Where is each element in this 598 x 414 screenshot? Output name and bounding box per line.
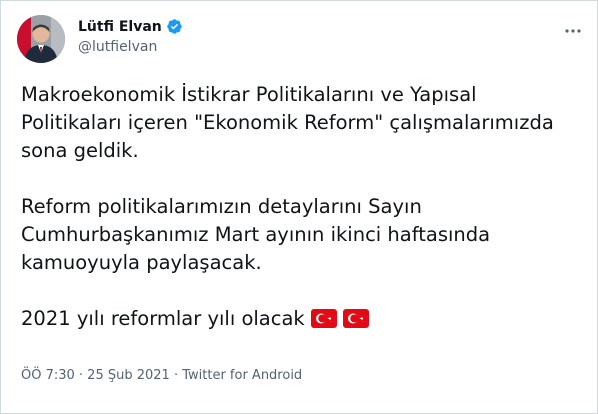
author-row: Lütfi Elvan — [78, 18, 183, 35]
tweet-card: Lütfi Elvan @lutfielvan Makroekonomik İs… — [0, 0, 598, 414]
tweet-line: Politikaları içeren "Ekonomik Reform" ça… — [21, 111, 554, 134]
tweet-paragraph: Makroekonomik İstikrar Politikalarını ve… — [21, 81, 581, 165]
verified-badge-icon — [166, 18, 183, 35]
tweet-line: Makroekonomik İstikrar Politikalarını ve… — [21, 83, 477, 106]
tweet-line: Cumhurbaşkanımız Mart ayının ikinci haft… — [21, 223, 491, 246]
turkey-flag-icon — [342, 309, 369, 328]
tweet-paragraph: Reform politikalarımızın detaylarını Say… — [21, 193, 581, 277]
more-icon[interactable] — [563, 21, 583, 41]
tweet-timestamp[interactable]: ÖÖ 7:30 · 25 Şub 2021 · Twitter for Andr… — [21, 368, 302, 383]
avatar-image — [17, 15, 65, 63]
avatar[interactable] — [17, 15, 65, 63]
tweet-line: 2021 yılı reformlar yılı olacak — [21, 307, 305, 330]
tweet-text: Makroekonomik İstikrar Politikalarını ve… — [21, 81, 581, 333]
tweet-line: Reform politikalarımızın detaylarını Say… — [21, 195, 422, 218]
tweet-line: sona geldik. — [21, 139, 139, 162]
tweet-line: kamuoyuyla paylaşacak. — [21, 251, 262, 274]
author-name[interactable]: Lütfi Elvan — [78, 19, 162, 35]
tweet-paragraph: 2021 yılı reformlar yılı olacak — [21, 305, 581, 333]
turkey-flag-icon — [310, 309, 337, 328]
author-handle[interactable]: @lutfielvan — [78, 39, 157, 55]
tweet-line-with-emoji: 2021 yılı reformlar yılı olacak — [21, 305, 581, 333]
